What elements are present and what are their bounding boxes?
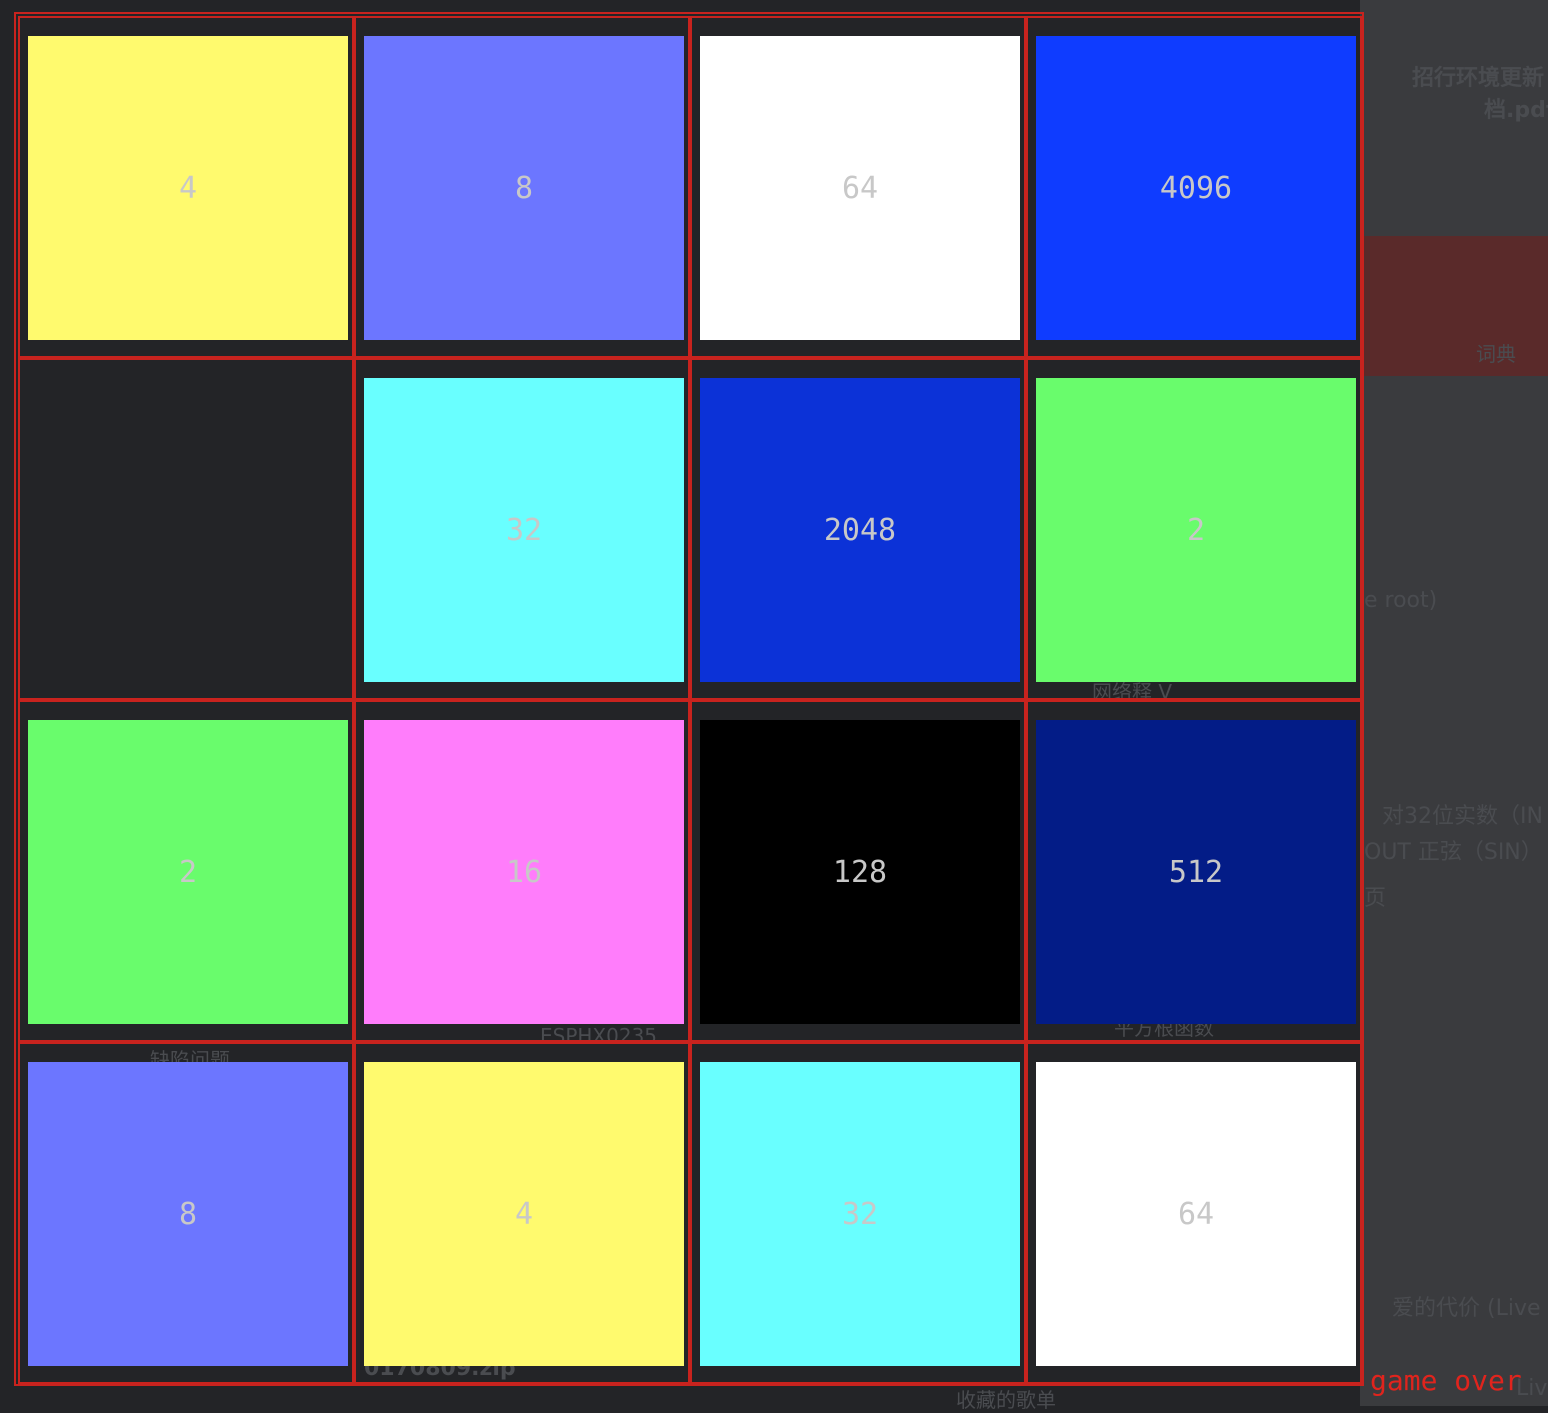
- background-sin-line-1: 对32位实数（IN: [1382, 804, 1543, 829]
- board-cell: 2048: [690, 358, 1026, 700]
- tile-4: 4: [364, 1062, 684, 1366]
- background-pdf-title-2: 档.pdf: [1484, 98, 1548, 123]
- tile-2: 2: [28, 720, 348, 1024]
- tile-128: 128: [700, 720, 1020, 1024]
- tile-8: 8: [364, 36, 684, 340]
- board-cell: 8: [18, 1042, 354, 1384]
- background-fav-text: 收藏的歌单: [956, 1388, 1056, 1412]
- board-cell: 64: [1026, 1042, 1362, 1384]
- tile-512: 512: [1036, 720, 1356, 1024]
- background-page-link: 页: [1364, 886, 1387, 911]
- board-cell: 512: [1026, 700, 1362, 1042]
- game-over-label: game over: [1370, 1364, 1522, 1397]
- background-window-panel: [1360, 0, 1548, 1406]
- board-cell: [18, 358, 354, 700]
- tile-4: 4: [28, 36, 348, 340]
- board-cell: 8: [354, 16, 690, 358]
- board-cell: 2: [1026, 358, 1362, 700]
- game-board[interactable]: 4 8 64 4096 32 2048 2 2 16 128 512 8 4 32 64: [14, 12, 1364, 1386]
- background-pdf-title-1: 招行环境更新: [1412, 66, 1545, 91]
- board-cell: 32: [354, 358, 690, 700]
- board-cell: 4: [18, 16, 354, 358]
- board-cell: 64: [690, 16, 1026, 358]
- tile-2: 2: [1036, 378, 1356, 682]
- background-sin-line-2: OUT 正弦（SIN）: [1364, 840, 1543, 865]
- tile-32: 32: [364, 378, 684, 682]
- board-cell: 4: [354, 1042, 690, 1384]
- board-cell: 128: [690, 700, 1026, 1042]
- background-song-text: 爱的代价 (Live: [1392, 1296, 1541, 1321]
- board-cell: 2: [18, 700, 354, 1042]
- board-cell: 16: [354, 700, 690, 1042]
- tile-64: 64: [1036, 1062, 1356, 1366]
- tile-8: 8: [28, 1062, 348, 1366]
- tile-16: 16: [364, 720, 684, 1024]
- background-root-text: e root): [1364, 588, 1438, 613]
- tile-empty: [28, 378, 348, 682]
- tile-32: 32: [700, 1062, 1020, 1366]
- board-cell: 32: [690, 1042, 1026, 1384]
- tile-64: 64: [700, 36, 1020, 340]
- tile-2048: 2048: [700, 378, 1020, 682]
- tile-4096: 4096: [1036, 36, 1356, 340]
- board-cell: 4096: [1026, 16, 1362, 358]
- background-toolbar-red: [1360, 236, 1548, 376]
- background-dict-label: 词典: [1476, 342, 1516, 366]
